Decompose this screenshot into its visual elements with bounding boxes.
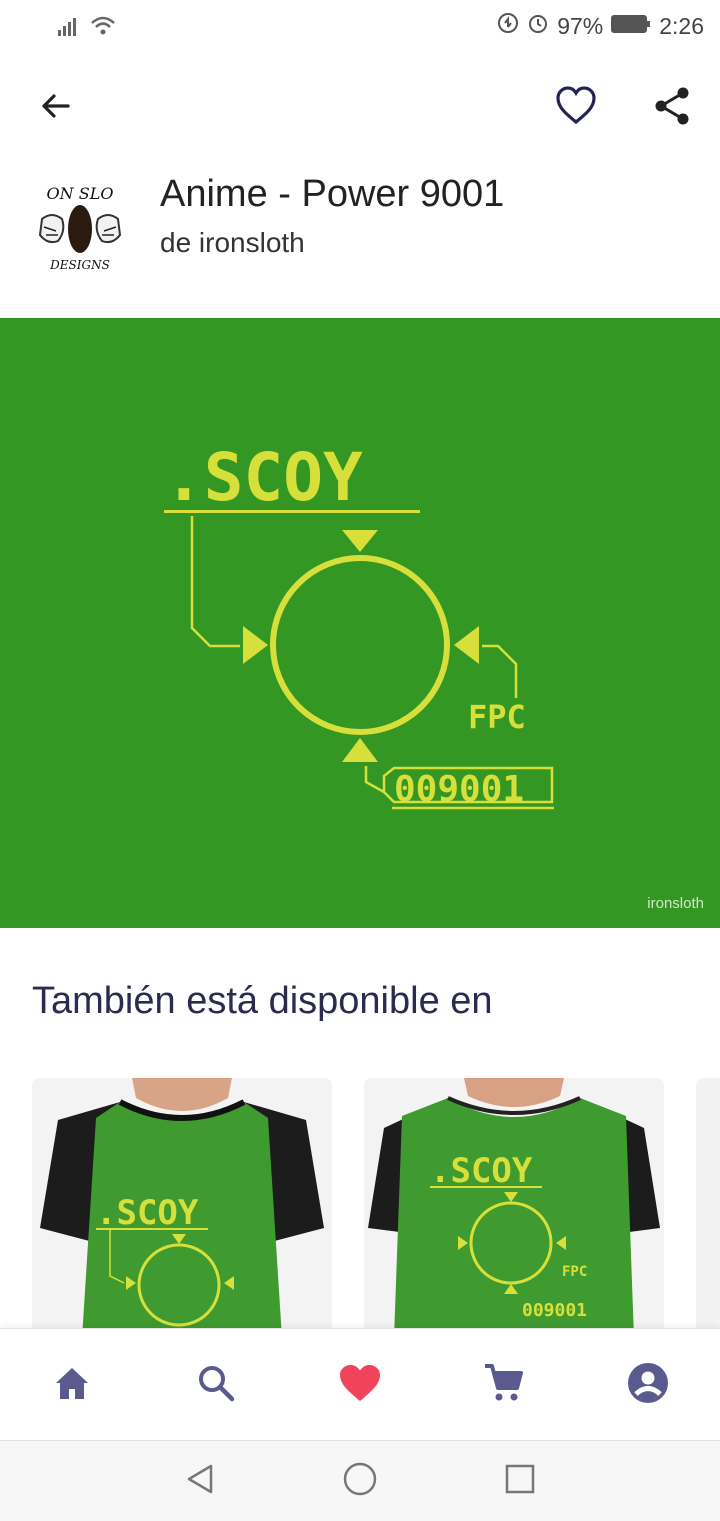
battery-icon xyxy=(611,13,651,40)
battery-percent: 97% xyxy=(557,12,604,39)
bottom-nav xyxy=(0,1328,720,1441)
nav-account[interactable] xyxy=(620,1357,676,1413)
data-saver-icon xyxy=(497,12,519,40)
system-nav xyxy=(0,1440,720,1521)
also-available-title: También está disponible en xyxy=(32,980,493,1022)
artist-avatar[interactable]: ON SLO DESIGNS xyxy=(28,175,132,279)
nav-cart[interactable] xyxy=(476,1357,532,1413)
product-card-peek[interactable] xyxy=(696,1078,720,1338)
svg-text:009001: 009001 xyxy=(522,1300,587,1321)
recents-square-icon xyxy=(504,1463,536,1500)
svg-text:DESIGNS: DESIGNS xyxy=(49,258,110,272)
product-title: Anime - Power 9001 xyxy=(160,173,505,215)
system-home-button[interactable] xyxy=(340,1461,380,1501)
artwork-power-readout: 009001 xyxy=(394,769,524,810)
artwork-side-code: FPC xyxy=(468,698,526,736)
nav-search[interactable] xyxy=(188,1357,244,1413)
share-icon xyxy=(652,86,692,131)
system-back-button[interactable] xyxy=(180,1461,220,1501)
share-button[interactable] xyxy=(644,80,700,136)
svg-text:.SCOY: .SCOY xyxy=(430,1151,533,1191)
artwork-top-code: .SCOY xyxy=(164,439,363,516)
artist-byline[interactable]: de ironsloth xyxy=(160,227,305,259)
artwork-watermark: ironsloth xyxy=(647,895,704,912)
svg-text:ON SLO: ON SLO xyxy=(47,184,114,203)
heart-icon xyxy=(338,1363,382,1408)
back-button[interactable] xyxy=(28,80,84,136)
status-left xyxy=(56,14,116,43)
nav-favorites[interactable] xyxy=(332,1357,388,1413)
heart-outline-icon xyxy=(555,85,597,131)
system-recents-button[interactable] xyxy=(500,1461,540,1501)
cart-icon xyxy=(483,1362,525,1409)
app-bar xyxy=(0,70,720,150)
product-card-tshirt-1[interactable]: .SCOY xyxy=(32,1078,332,1338)
nav-home[interactable] xyxy=(44,1357,100,1413)
back-triangle-icon xyxy=(183,1462,217,1501)
status-bar: 97% 2:26 xyxy=(0,0,720,56)
account-icon xyxy=(626,1361,670,1410)
clock-time: 2:26 xyxy=(659,12,704,39)
home-circle-icon xyxy=(342,1461,378,1502)
alarm-icon xyxy=(527,12,549,40)
svg-text:FPC: FPC xyxy=(562,1264,587,1280)
product-artwork[interactable]: .SCOY 009001 FPC ironsloth xyxy=(0,318,720,928)
signal-icon xyxy=(56,14,84,43)
back-arrow-icon xyxy=(38,88,74,129)
status-right: 97% 2:26 xyxy=(497,12,704,40)
favorite-button[interactable] xyxy=(548,80,604,136)
wifi-icon xyxy=(90,14,116,43)
svg-text:.SCOY: .SCOY xyxy=(96,1193,199,1233)
search-icon xyxy=(196,1363,236,1408)
home-icon xyxy=(52,1363,92,1408)
product-header: ON SLO DESIGNS Anime - Power 9001 de iro… xyxy=(0,165,720,279)
product-card-tshirt-2[interactable]: .SCOY 009001 FPC xyxy=(364,1078,664,1338)
